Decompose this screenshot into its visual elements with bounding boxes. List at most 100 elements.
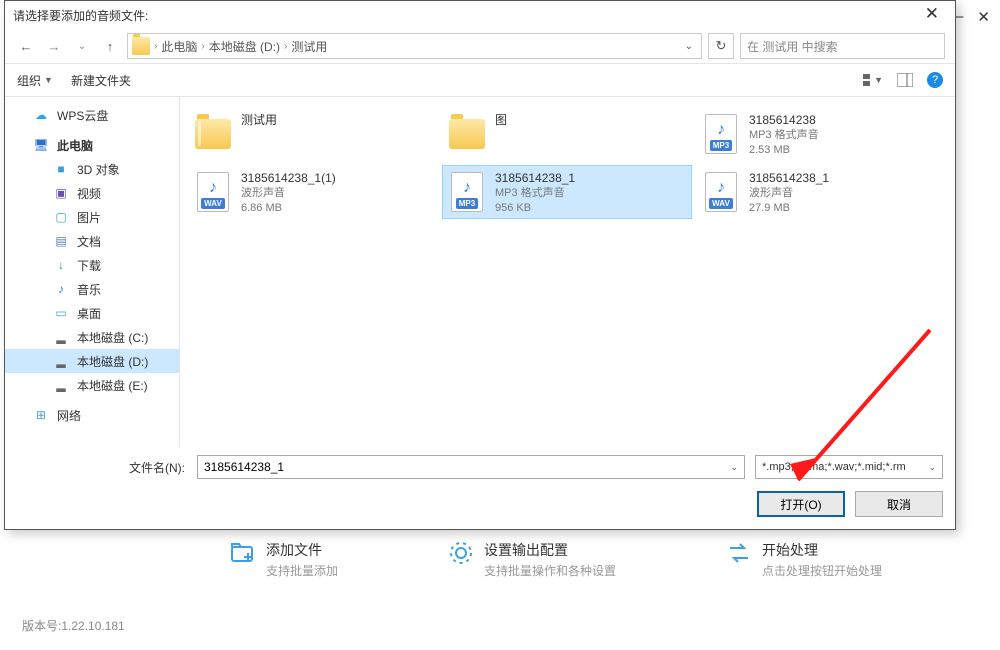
cloud-icon: ☁ xyxy=(33,107,49,123)
folder-icon xyxy=(447,112,487,156)
chevron-right-icon: › xyxy=(284,41,287,52)
net-icon: ⊞ xyxy=(33,407,49,423)
file-item[interactable]: ♪WAV3185614238_1波形声音27.9 MB xyxy=(696,165,946,219)
file-name: 3185614238_1 xyxy=(749,170,829,186)
file-size: 2.53 MB xyxy=(749,143,819,158)
file-grid: 测试用图♪MP33185614238MP3 格式声音2.53 MB♪WAV318… xyxy=(180,97,955,447)
file-size: 27.9 MB xyxy=(749,201,829,216)
path-node-pc[interactable]: 此电脑 xyxy=(161,38,197,55)
back-icon[interactable]: ← xyxy=(15,39,37,54)
file-meta: 3185614238_1波形声音27.9 MB xyxy=(749,170,829,214)
audio-file-icon: ♪WAV xyxy=(701,170,741,214)
sidebar-item-label: 文档 xyxy=(77,233,101,250)
file-meta: 3185614238_1MP3 格式声音956 KB xyxy=(495,170,575,214)
up-icon[interactable]: ↑ xyxy=(99,39,121,54)
sidebar-item[interactable]: ▭ 桌面 xyxy=(5,301,179,325)
file-meta: 图 xyxy=(495,112,507,156)
sidebar-item[interactable]: ▂本地磁盘 (C:) xyxy=(5,325,179,349)
file-type-select[interactable]: *.mp3;*.wma;*.wav;*.mid;*.rm ⌄ xyxy=(755,455,943,479)
bg-add-file[interactable]: 添加文件 支持批量添加 xyxy=(230,540,338,579)
sidebar-item-label: 本地磁盘 (E:) xyxy=(77,377,148,394)
bg-start[interactable]: 开始处理 点击处理按钮开始处理 xyxy=(726,540,882,579)
sidebar-item[interactable]: ↓ 下载 xyxy=(5,253,179,277)
sidebar-item-label: 下载 xyxy=(77,257,101,274)
sidebar-item[interactable]: ♪音乐 xyxy=(5,277,179,301)
filename-row: 文件名(N): 3185614238_1 ⌄ *.mp3;*.wma;*.wav… xyxy=(5,447,955,487)
sidebar-item-label: 桌面 xyxy=(77,305,101,322)
version-label: 版本号:1.22.10.181 xyxy=(22,617,125,634)
sidebar-item[interactable]: ⊞网络 xyxy=(5,403,179,427)
view-mode-icon[interactable]: ▼ xyxy=(863,71,883,89)
music-icon: ♪ xyxy=(53,281,69,297)
file-item[interactable]: ♪WAV3185614238_1(1)波形声音6.86 MB xyxy=(188,165,438,219)
sidebar-item-label: 本地磁盘 (D:) xyxy=(77,353,148,370)
image-icon: ▢ xyxy=(53,209,69,225)
file-size: 956 KB xyxy=(495,201,575,216)
bg-conf-title: 设置输出配置 xyxy=(484,540,616,560)
sidebar-item[interactable]: ▢ 图片 xyxy=(5,205,179,229)
bg-start-sub: 点击处理按钮开始处理 xyxy=(762,562,882,579)
file-kind: MP3 格式声音 xyxy=(495,186,575,201)
sidebar-item[interactable]: ☁ WPS云盘 xyxy=(5,103,179,127)
sidebar-item[interactable]: ▤ 文档 xyxy=(5,229,179,253)
bg-conf-sub: 支持批量操作和各种设置 xyxy=(484,562,616,579)
audio-file-icon: ♪MP3 xyxy=(701,112,741,156)
file-meta: 3185614238MP3 格式声音2.53 MB xyxy=(749,112,819,156)
toolbar: 组织▼ 新建文件夹 ▼ ? xyxy=(5,63,955,97)
file-name: 3185614238 xyxy=(749,112,819,128)
organize-menu[interactable]: 组织▼ xyxy=(17,72,53,89)
refresh-icon[interactable]: ↻ xyxy=(708,33,734,59)
bg-add-sub: 支持批量添加 xyxy=(266,562,338,579)
file-open-dialog: 请选择要添加的音频文件: ✕ ← → ⌄ ↑ › 此电脑 › 本地磁盘 (D:)… xyxy=(4,0,956,530)
file-meta: 测试用 xyxy=(241,112,277,156)
bg-config[interactable]: 设置输出配置 支持批量操作和各种设置 xyxy=(448,540,616,579)
sidebar-item[interactable]: ▂本地磁盘 (E:) xyxy=(5,373,179,397)
down-icon: ↓ xyxy=(53,257,69,273)
doc-icon: ▤ xyxy=(53,233,69,249)
cancel-button[interactable]: 取消 xyxy=(855,491,943,517)
sidebar-item-label: 视频 xyxy=(77,185,101,202)
file-kind: 波形声音 xyxy=(241,186,336,201)
forward-icon[interactable]: → xyxy=(43,39,65,54)
chevron-down-icon[interactable]: ⌄ xyxy=(681,41,697,52)
desk-icon: ▭ xyxy=(53,305,69,321)
path-node-drive[interactable]: 本地磁盘 (D:) xyxy=(209,38,280,55)
new-folder-button[interactable]: 新建文件夹 xyxy=(71,72,131,89)
pc-icon: 🖥 xyxy=(33,137,49,153)
dialog-title: 请选择要添加的音频文件: xyxy=(5,1,955,29)
filename-label: 文件名(N): xyxy=(17,459,187,476)
file-type-value: *.mp3;*.wma;*.wav;*.mid;*.rm xyxy=(762,461,906,473)
path-breadcrumb[interactable]: › 此电脑 › 本地磁盘 (D:) › 测试用 ⌄ xyxy=(127,33,702,59)
recent-dropdown-icon[interactable]: ⌄ xyxy=(71,41,93,52)
drive-icon: ▂ xyxy=(53,353,69,369)
filename-value: 3185614238_1 xyxy=(204,460,284,474)
sidebar-item[interactable]: 🖥 此电脑 xyxy=(5,133,179,157)
file-item[interactable]: 测试用 xyxy=(188,107,438,161)
nav-row: ← → ⌄ ↑ › 此电脑 › 本地磁盘 (D:) › 测试用 ⌄ ↻ 在 测试… xyxy=(5,29,955,63)
sidebar-item[interactable]: ▣视频 xyxy=(5,181,179,205)
folder-icon xyxy=(132,37,150,55)
gear-icon xyxy=(448,540,474,566)
sidebar-item[interactable]: ■3D 对象 xyxy=(5,157,179,181)
preview-pane-icon[interactable] xyxy=(895,71,915,89)
sidebar-item-label: 图片 xyxy=(77,209,101,226)
close-icon[interactable]: ✕ xyxy=(917,4,947,24)
file-name: 3185614238_1 xyxy=(495,170,575,186)
help-icon[interactable]: ? xyxy=(927,72,943,88)
filename-input[interactable]: 3185614238_1 ⌄ xyxy=(197,455,745,479)
sidebar-item-label: 此电脑 xyxy=(57,137,93,154)
sidebar-item[interactable]: ▂ 本地磁盘 (D:) xyxy=(5,349,179,373)
file-item[interactable]: ♪MP33185614238MP3 格式声音2.53 MB xyxy=(696,107,946,161)
open-button[interactable]: 打开(O) xyxy=(757,491,845,517)
chevron-down-icon[interactable]: ⌄ xyxy=(730,462,738,473)
chevron-down-icon[interactable]: ⌄ xyxy=(928,462,936,473)
folder-plus-icon xyxy=(230,540,256,566)
file-item[interactable]: 图 xyxy=(442,107,692,161)
sidebar-item-label: WPS云盘 xyxy=(57,107,108,124)
file-item[interactable]: ♪MP33185614238_1MP3 格式声音956 KB xyxy=(442,165,692,219)
bg-add-title: 添加文件 xyxy=(266,540,338,560)
search-input[interactable]: 在 测试用 中搜索 xyxy=(740,33,945,59)
path-node-folder[interactable]: 测试用 xyxy=(291,38,327,55)
file-kind: 波形声音 xyxy=(749,186,829,201)
parent-close-icon[interactable]: ✕ xyxy=(977,8,990,26)
